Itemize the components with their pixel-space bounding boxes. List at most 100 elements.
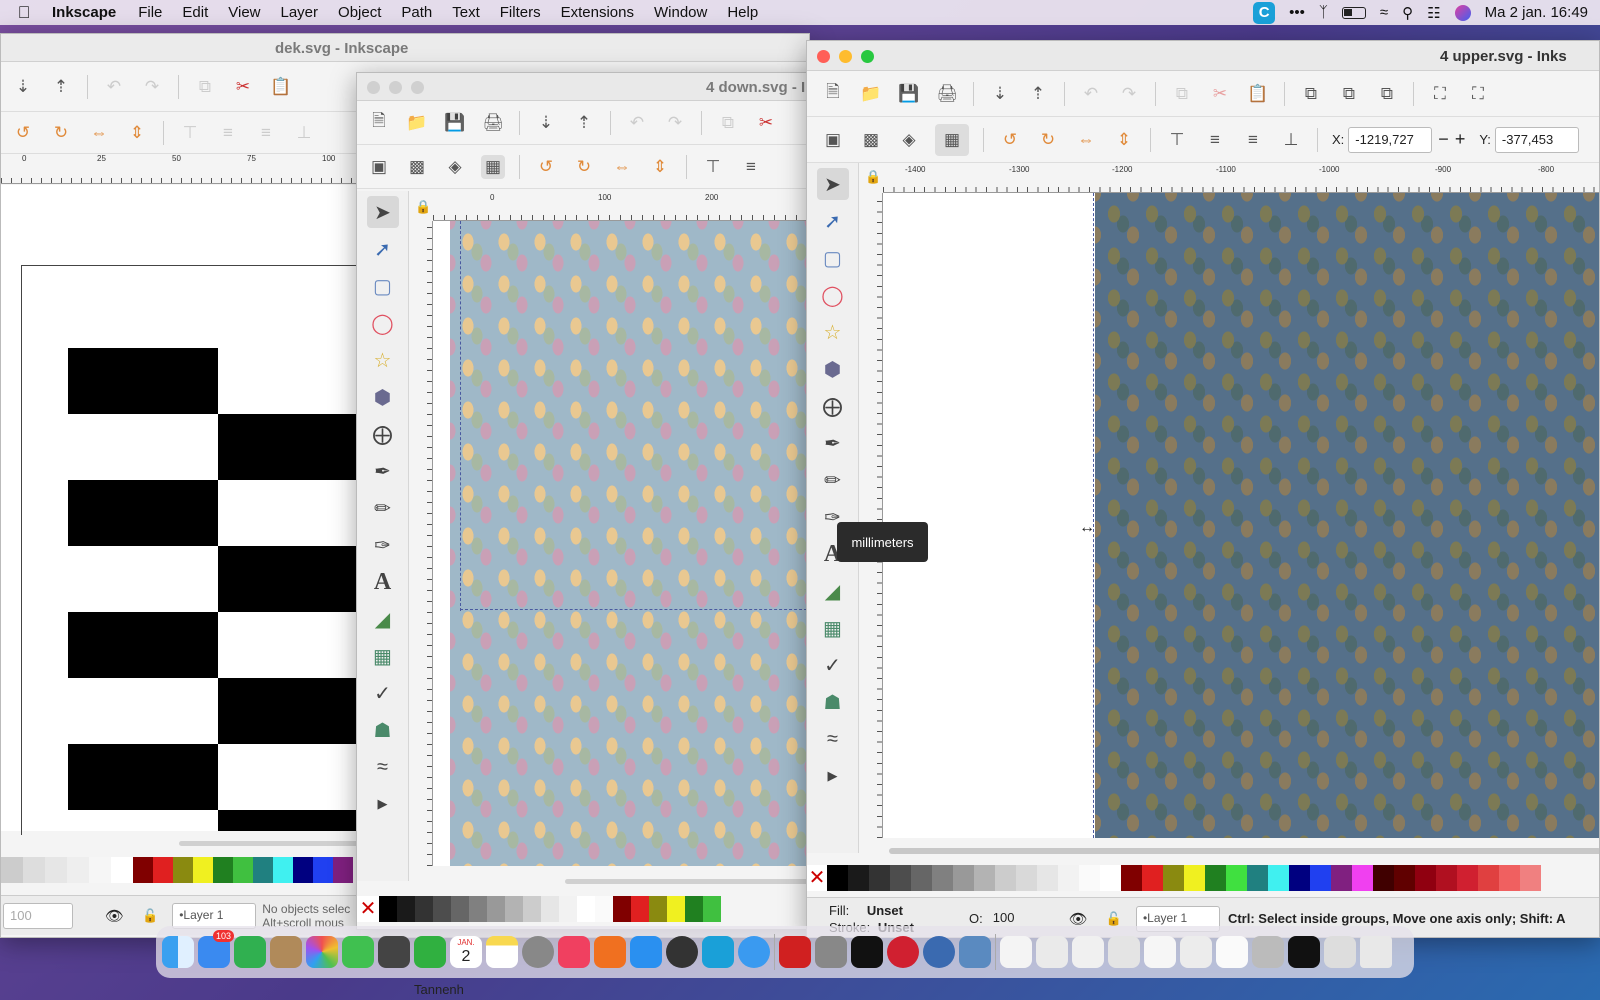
finder-icon[interactable] <box>162 936 194 968</box>
star-tool-icon[interactable]: ☆ <box>817 316 849 348</box>
rotate-ccw-icon[interactable]: ↺ <box>998 128 1022 152</box>
paint-bucket-tool-icon[interactable]: ☗ <box>367 714 399 746</box>
menu-app-name[interactable]: Inkscape <box>48 4 128 21</box>
document-thumbnail[interactable] <box>1324 936 1356 968</box>
document-thumbnail[interactable] <box>1252 936 1284 968</box>
open-icon[interactable]: 📁 <box>859 82 883 106</box>
music-icon[interactable] <box>558 936 590 968</box>
flip-h-icon[interactable]: ⇔ <box>610 155 634 179</box>
spiral-tool-icon[interactable]: ⨁ <box>367 418 399 450</box>
clock[interactable]: Ma 2 jan. 16:49 <box>1485 4 1588 21</box>
open-icon[interactable]: 📁 <box>405 111 429 135</box>
apple-tv-icon[interactable] <box>851 936 883 968</box>
vertical-ruler[interactable] <box>863 193 883 838</box>
horizontal-ruler[interactable]: 0 100 200 <box>433 191 815 221</box>
save-icon[interactable]: 💾 <box>897 82 921 106</box>
minimize-icon[interactable] <box>389 81 402 94</box>
more-icon[interactable]: ••• <box>1289 4 1305 21</box>
more-apps-icon[interactable] <box>887 936 919 968</box>
color-palette[interactable]: ✕ <box>357 896 815 922</box>
deselect-icon[interactable]: ◈ <box>897 128 921 152</box>
menu-edit[interactable]: Edit <box>172 4 218 21</box>
pen-tool-icon[interactable]: ✒ <box>367 455 399 487</box>
touch-select-icon[interactable]: ▦ <box>481 154 505 179</box>
titlebar-dek[interactable]: dek.svg - Inkscape <box>1 34 809 62</box>
print-icon[interactable]: 🖨 <box>935 82 959 106</box>
trash-icon[interactable] <box>1360 936 1392 968</box>
undo-icon[interactable]: ↶ <box>1079 82 1103 106</box>
eye-icon[interactable]: 👁 <box>1069 910 1088 928</box>
ungroup-icon[interactable]: ⛶ <box>1466 82 1490 106</box>
pages-icon[interactable] <box>594 936 626 968</box>
spiral-tool-icon[interactable]: ⨁ <box>817 390 849 422</box>
canvas-upper[interactable]: ↔ <box>883 193 1599 838</box>
flip-v-icon[interactable]: ⇕ <box>125 121 149 145</box>
lower-bottom-icon[interactable]: ⊥ <box>292 121 316 145</box>
contacts-icon[interactable] <box>270 936 302 968</box>
redo-icon[interactable]: ↷ <box>140 75 164 99</box>
messages-icon[interactable] <box>342 936 374 968</box>
menu-text[interactable]: Text <box>442 4 490 21</box>
zoom-icon[interactable] <box>861 50 874 63</box>
cut-icon[interactable]: ✂ <box>754 111 778 135</box>
redo-icon[interactable]: ↷ <box>1117 82 1141 106</box>
import-icon[interactable]: ⇣ <box>11 75 35 99</box>
canvas-down[interactable] <box>433 221 815 866</box>
raise-top-icon[interactable]: ⊤ <box>178 121 202 145</box>
zoom-icon[interactable] <box>411 81 424 94</box>
duplicate-icon[interactable]: ⧉ <box>1299 82 1323 106</box>
y-field[interactable]: -377,453 <box>1494 126 1579 153</box>
rotate-cw-icon[interactable]: ↻ <box>1036 128 1060 152</box>
undo-icon[interactable]: ↶ <box>625 111 649 135</box>
lock-guides-icon[interactable]: 🔒 <box>415 199 431 215</box>
undo-icon[interactable]: ↶ <box>102 75 126 99</box>
save-icon[interactable]: 💾 <box>443 111 467 135</box>
fill-value[interactable]: Unset <box>867 903 903 918</box>
bluetooth-icon[interactable]: ᛉ <box>1319 4 1328 21</box>
rotate-ccw-icon[interactable]: ↺ <box>11 121 35 145</box>
raise-icon[interactable]: ≡ <box>739 155 763 179</box>
lock-icon[interactable]: 🔓 <box>1106 911 1122 927</box>
redo-icon[interactable]: ↷ <box>663 111 687 135</box>
inkscape-icon[interactable] <box>666 936 698 968</box>
grammarly-dock-icon[interactable] <box>702 936 734 968</box>
x-decrement-icon[interactable]: − <box>1438 129 1449 150</box>
node-tool-icon[interactable]: ➚ <box>817 205 849 237</box>
mesh-tool-icon[interactable]: ▦ <box>367 640 399 672</box>
calculator-icon[interactable] <box>378 936 410 968</box>
selector-tool-icon[interactable]: ➤ <box>816 168 849 200</box>
battery-icon[interactable] <box>1341 6 1366 19</box>
new-icon[interactable]: 🗎 <box>821 82 845 106</box>
grammarly-icon[interactable]: C <box>1253 1 1276 24</box>
menu-view[interactable]: View <box>218 4 270 21</box>
export-icon[interactable]: ⇡ <box>49 75 73 99</box>
preview-icon[interactable] <box>815 936 847 968</box>
layer-select[interactable]: •Layer 1 <box>172 902 257 929</box>
raise-top-icon[interactable]: ⊤ <box>1165 128 1189 152</box>
control-center-icon[interactable]: ☷ <box>1427 4 1440 22</box>
document-thumbnail[interactable] <box>1000 936 1032 968</box>
select-all-icon[interactable]: ▣ <box>821 128 845 152</box>
close-icon[interactable] <box>367 81 380 94</box>
expand-toolbox-icon[interactable]: ▶ <box>817 760 849 792</box>
deselect-icon[interactable]: ◈ <box>443 155 467 179</box>
siri-icon[interactable] <box>1454 4 1471 21</box>
new-icon[interactable]: 🗎 <box>367 111 391 135</box>
menu-path[interactable]: Path <box>391 4 442 21</box>
flip-h-icon[interactable]: ⇔ <box>1074 128 1098 152</box>
select-all-layers-icon[interactable]: ▩ <box>405 155 429 179</box>
pen-tool-icon[interactable]: ✒ <box>817 427 849 459</box>
export-icon[interactable]: ⇡ <box>1026 82 1050 106</box>
eye-icon[interactable]: 👁 <box>105 907 124 925</box>
document-thumbnail[interactable] <box>1288 936 1320 968</box>
horizontal-ruler[interactable]: -1400 -1300 -1200 -1100 -1000 -900 -800 <box>883 163 1599 193</box>
print-icon[interactable]: 🖨 <box>481 111 505 135</box>
menu-object[interactable]: Object <box>328 4 391 21</box>
cut-icon[interactable]: ✂ <box>1208 82 1232 106</box>
safari-icon[interactable] <box>738 936 770 968</box>
tweak-tool-icon[interactable]: ≈ <box>367 751 399 783</box>
document-thumbnail[interactable] <box>1180 936 1212 968</box>
zoom-field[interactable]: 100 <box>3 902 73 929</box>
rotate-cw-icon[interactable]: ↻ <box>49 121 73 145</box>
menu-help[interactable]: Help <box>717 4 768 21</box>
